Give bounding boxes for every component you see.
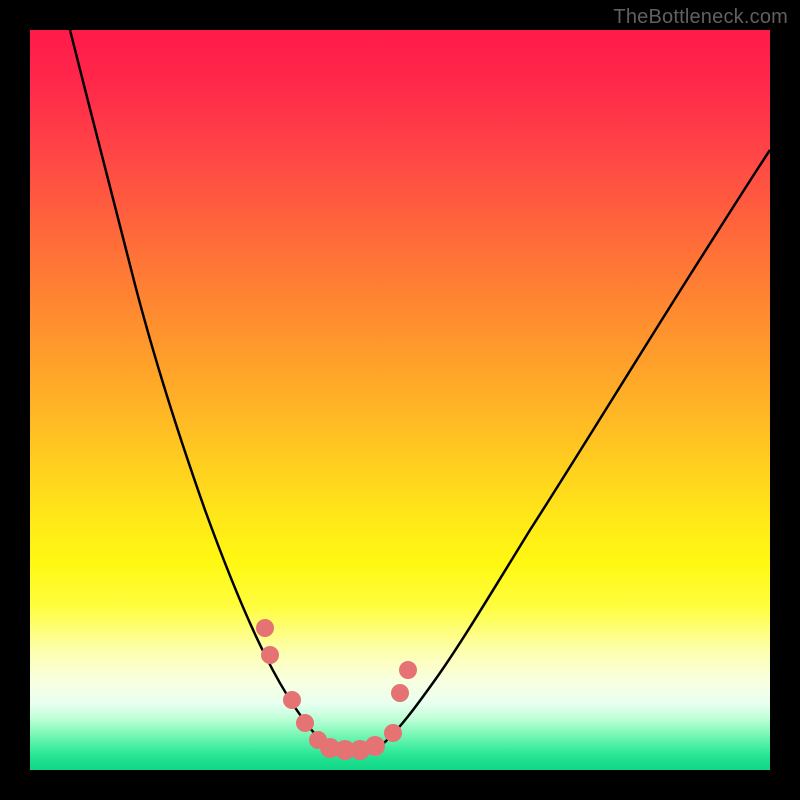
- chart-svg: [30, 30, 770, 770]
- marker-point: [256, 619, 274, 637]
- marker-point: [261, 646, 279, 664]
- marker-point: [365, 736, 385, 756]
- marker-layer: [256, 619, 417, 760]
- chart-frame: TheBottleneck.com: [0, 0, 800, 800]
- curve-layer: [70, 30, 770, 755]
- marker-point: [283, 691, 301, 709]
- plot-area: [30, 30, 770, 770]
- watermark-text: TheBottleneck.com: [613, 6, 788, 29]
- marker-point: [384, 724, 402, 742]
- marker-point: [296, 714, 314, 732]
- bottleneck-curve: [70, 30, 770, 755]
- marker-point: [399, 661, 417, 679]
- marker-point: [391, 684, 409, 702]
